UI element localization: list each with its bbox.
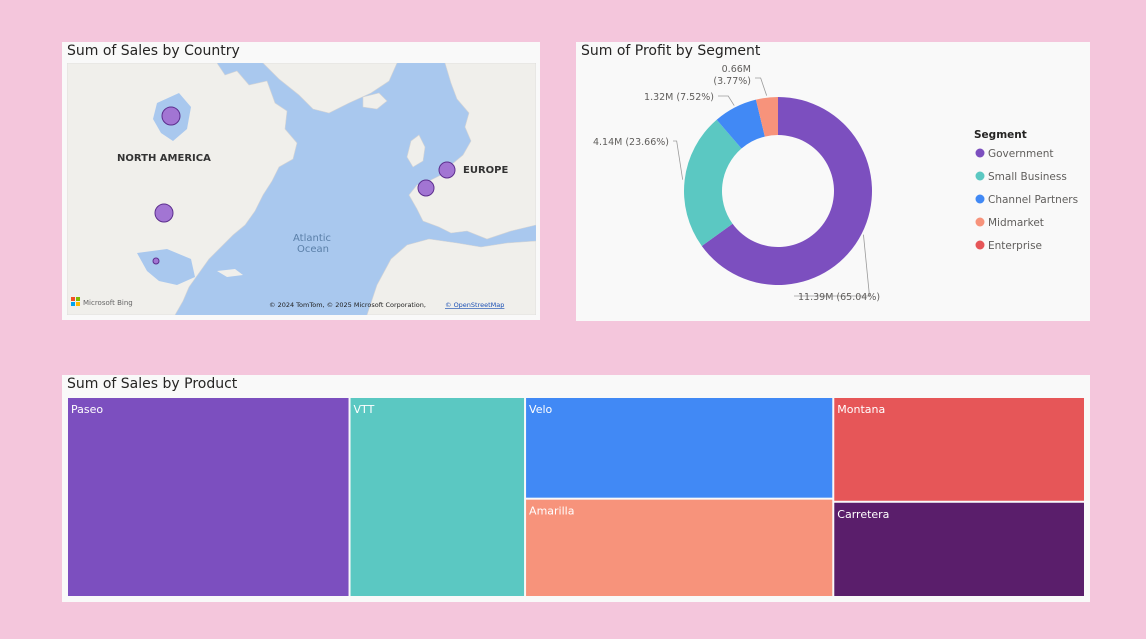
treemap-visual[interactable]: Sum of Sales by Product Paseo VTT Velo Amar… xyxy=(62,375,1090,602)
openstreetmap-link[interactable]: © OpenStreetMap xyxy=(445,301,504,309)
ocean-label-line2: Ocean xyxy=(297,244,329,255)
map-attribution: © 2024 TomTom, © 2025 Microsoft Corporat… xyxy=(269,301,426,309)
legend-item-government[interactable]: Government xyxy=(988,148,1053,160)
donut-leader-line xyxy=(673,140,684,180)
treemap-cell-paseo[interactable] xyxy=(68,398,349,596)
donut-leader-line xyxy=(755,77,768,96)
legend-marker-channel-partners[interactable] xyxy=(975,194,985,204)
bubble-canada[interactable] xyxy=(161,106,181,126)
legend-item-enterprise[interactable]: Enterprise xyxy=(988,240,1042,252)
bubble-france[interactable] xyxy=(417,179,435,197)
ocean-label-line1: Atlantic xyxy=(293,233,331,244)
donut-data-label: 0.66M xyxy=(722,64,751,75)
legend-item-midmarket[interactable]: Midmarket xyxy=(988,217,1044,229)
donut-data-label: 11.39M (65.04%) xyxy=(798,292,880,303)
treemap-title: Sum of Sales by Product xyxy=(67,376,238,392)
treemap-label-amarilla: Amarilla xyxy=(529,505,574,518)
legend-item-channel-partners[interactable]: Channel Partners xyxy=(988,194,1078,206)
donut-data-label: 4.14M (23.66%) xyxy=(593,137,669,148)
legend-item-small-business[interactable]: Small Business xyxy=(988,171,1067,183)
legend-marker-midmarket[interactable] xyxy=(975,217,985,227)
bubble-united-states[interactable] xyxy=(154,203,174,223)
bing-logo-text: Microsoft Bing xyxy=(83,299,133,307)
map-visual[interactable]: Sum of Sales by Country NORTH AMERICA EU… xyxy=(62,42,540,320)
map-canvas[interactable]: NORTH AMERICA EUROPE Atlantic Ocean Micr… xyxy=(67,63,536,315)
treemap-cell-velo[interactable] xyxy=(526,398,833,498)
legend-marker-government[interactable] xyxy=(975,148,985,158)
treemap-label-vtt: VTT xyxy=(354,403,375,416)
donut-visual[interactable]: Sum of Profit by Segment 11.39M (65.04%)… xyxy=(576,42,1090,321)
treemap-cell-vtt[interactable] xyxy=(350,398,525,596)
bubble-germany[interactable] xyxy=(438,161,456,179)
donut-data-label: (3.77%) xyxy=(713,76,751,87)
north-america-label: NORTH AMERICA xyxy=(117,153,211,164)
treemap-label-carretera: Carretera xyxy=(837,508,889,521)
treemap-label-paseo: Paseo xyxy=(71,403,103,416)
donut-leader-line xyxy=(718,95,735,106)
treemap-label-velo: Velo xyxy=(529,403,552,416)
map-title: Sum of Sales by Country xyxy=(67,43,240,59)
donut-data-label: 1.32M (7.52%) xyxy=(644,92,714,103)
legend-marker-enterprise[interactable] xyxy=(975,240,985,250)
legend-marker-small-business[interactable] xyxy=(975,171,985,181)
treemap-chart[interactable]: Paseo VTT Velo Amarilla Montana Carretera xyxy=(67,397,1085,597)
bubble-mexico[interactable] xyxy=(152,257,160,265)
europe-label: EUROPE xyxy=(463,165,508,176)
treemap-label-montana: Montana xyxy=(837,403,885,416)
legend-title: Segment xyxy=(974,129,1027,141)
donut-chart[interactable]: 11.39M (65.04%) 4.14M (23.66%) 1.32M (7.52… xyxy=(576,42,1090,321)
